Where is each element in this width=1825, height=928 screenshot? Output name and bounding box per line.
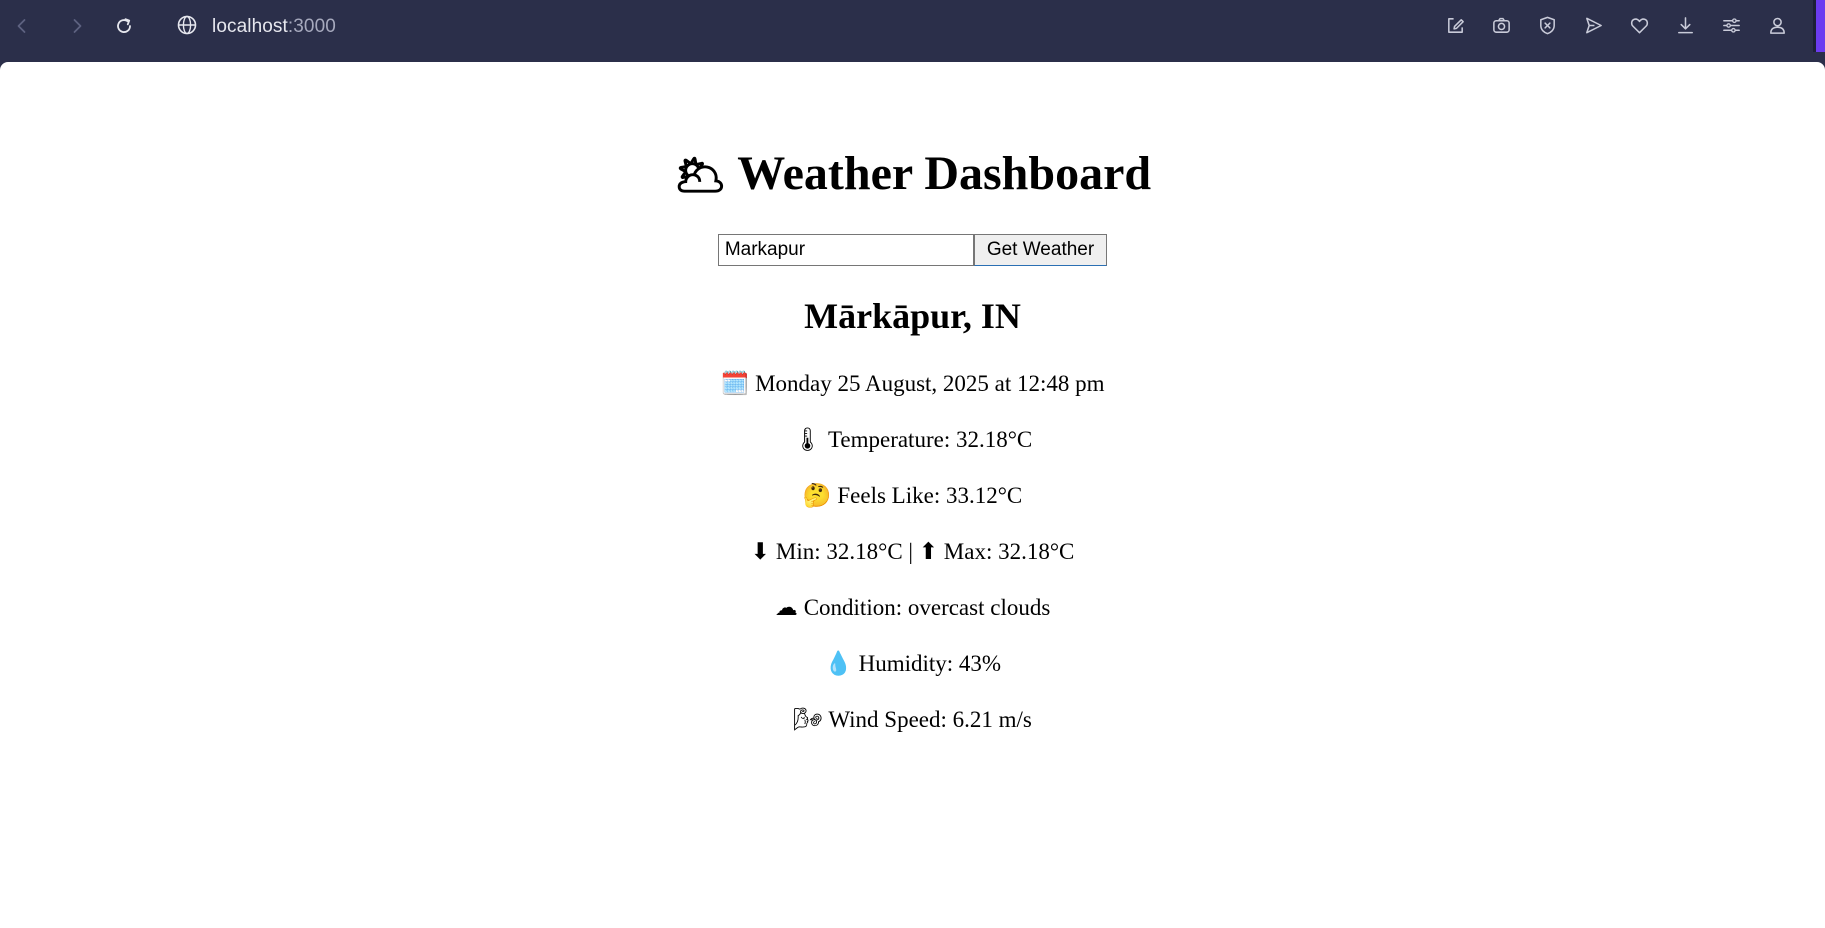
reload-icon (117, 18, 131, 33)
globe-icon (176, 14, 198, 40)
downloads-button[interactable] (1673, 13, 1697, 37)
send-button[interactable] (1581, 13, 1605, 37)
accent-edge (1813, 0, 1825, 52)
location-heading: Mārkāpur, IN (804, 296, 1021, 336)
thinking-face-icon: 🤔 (802, 483, 832, 508)
temperature-text: Temperature: 32.18°C (827, 427, 1033, 452)
humidity-row: 💧 Humidity: 43% (0, 650, 1825, 678)
url-text: localhost:3000 (212, 16, 336, 38)
url-host: localhost (212, 16, 288, 37)
wind-icon: 🌬 (793, 707, 823, 732)
condition-row: ☁ Condition: overcast clouds (0, 594, 1825, 622)
back-arrow-icon (17, 19, 26, 33)
shield-icon (1539, 16, 1555, 34)
snapshot-button[interactable] (1489, 13, 1513, 37)
date-text: Monday 25 August, 2025 at 12:48 pm (755, 371, 1105, 396)
send-icon (1585, 17, 1602, 33)
page-title: 🌥 Weather Dashboard (0, 146, 1825, 204)
down-arrow-icon: ⬇ (750, 539, 770, 564)
edit-icon (1447, 17, 1464, 33)
settings-sliders-icon (1722, 17, 1740, 33)
condition-text: Condition: overcast clouds (803, 595, 1051, 620)
shield-button[interactable] (1535, 13, 1559, 37)
sun-behind-cloud-icon: 🌥 (673, 153, 728, 199)
temperature-row: 🌡 Temperature: 32.18°C (0, 426, 1825, 454)
back-button[interactable] (8, 12, 36, 40)
menu-button[interactable] (1719, 13, 1743, 37)
wind-text: Wind Speed: 6.21 m/s (828, 707, 1032, 732)
download-icon (1677, 16, 1693, 33)
feels-like-row: 🤔 Feels Like: 33.12°C (0, 482, 1825, 510)
heart-icon (1630, 17, 1648, 33)
forward-arrow-icon (73, 19, 82, 33)
user-icon (1769, 17, 1785, 34)
get-weather-button[interactable]: Get Weather (973, 234, 1108, 266)
search-form: Get Weather (0, 234, 1825, 266)
humidity-text: Humidity: 43% (858, 651, 1002, 676)
city-input[interactable] (717, 234, 974, 266)
droplet-icon: 💧 (823, 651, 853, 676)
date-row: 🗓️ Monday 25 August, 2025 at 12:48 pm (0, 370, 1825, 398)
wind-row: 🌬 Wind Speed: 6.21 m/s (0, 706, 1825, 734)
min-max-text: Min: 32.18°C | ⬆ Max: 32.18°C (775, 539, 1075, 564)
thermometer-icon: 🌡 (792, 427, 822, 452)
page-title-text: Weather Dashboard (737, 147, 1152, 200)
calendar-icon: 🗓️ (720, 371, 750, 396)
weather-details: 🗓️ Monday 25 August, 2025 at 12:48 pm 🌡 Te… (0, 370, 1825, 734)
edit-button[interactable] (1443, 13, 1467, 37)
page-viewport: 🌥Weather Dashboard Get Weather Mārkāpur,… (0, 62, 1825, 928)
cloud-icon: ☁ (774, 595, 798, 620)
camera-icon (1492, 17, 1510, 33)
weather-dashboard: 🌥Weather Dashboard Get Weather Mārkāpur,… (0, 146, 1825, 734)
profile-button[interactable] (1765, 13, 1789, 37)
reload-button[interactable] (110, 12, 138, 40)
forward-button[interactable] (63, 12, 91, 40)
browser-toolbar: localhost:3000 (0, 0, 1825, 62)
url-port: :3000 (287, 16, 336, 37)
favorites-button[interactable] (1627, 13, 1651, 37)
address-bar[interactable]: localhost:3000 (176, 13, 336, 41)
feels-like-text: Feels Like: 33.12°C (837, 483, 1023, 508)
browser-tools (1443, 13, 1789, 37)
min-max-row: ⬇ Min: 32.18°C | ⬆ Max: 32.18°C (0, 538, 1825, 566)
